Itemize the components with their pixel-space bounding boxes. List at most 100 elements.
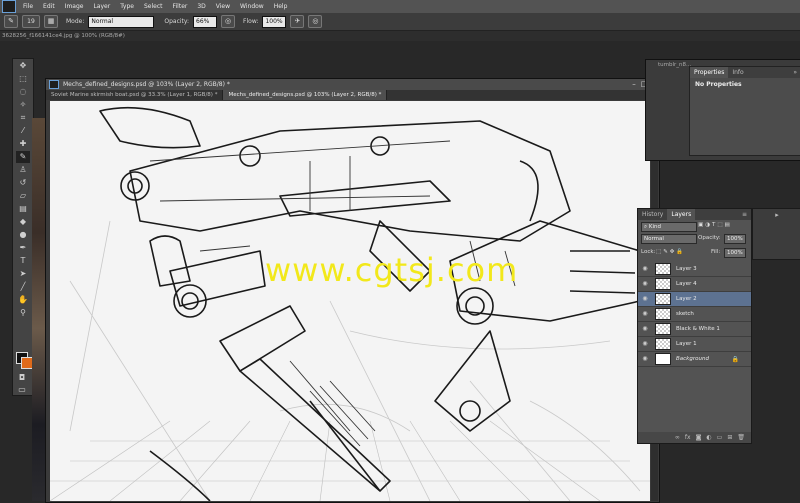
visibility-eye-icon[interactable]: ◉ <box>641 355 649 363</box>
tab-info[interactable]: Info <box>728 67 747 78</box>
layer-row-layer-4[interactable]: ◉ Layer 4 <box>638 277 751 292</box>
lock-icons[interactable]: ⬚✎✥🔒 <box>656 249 685 255</box>
visibility-eye-icon[interactable]: ◉ <box>641 265 649 273</box>
marquee-tool-icon[interactable]: ⬚ <box>16 73 30 85</box>
brush-tool-icon[interactable]: ✎ <box>16 151 30 163</box>
quick-mask-icon[interactable]: ◘ <box>15 372 29 384</box>
tab-properties[interactable]: Properties <box>690 67 729 78</box>
menu-layer[interactable]: Layer <box>88 0 115 13</box>
dodge-tool-icon[interactable]: ● <box>16 229 30 241</box>
adjustment-layer-icon[interactable]: ◐ <box>706 434 711 441</box>
layer-name: Layer 2 <box>676 296 697 302</box>
eyedropper-tool-icon[interactable]: ⁄ <box>16 125 30 137</box>
menu-type[interactable]: Type <box>115 0 139 13</box>
photoshop-doc-icon <box>49 80 59 89</box>
crop-tool-icon[interactable]: ⌗ <box>16 112 30 124</box>
visibility-eye-icon[interactable]: ◉ <box>641 325 649 333</box>
panel-collapse-icon[interactable]: » <box>789 67 800 78</box>
fill-field[interactable]: 100% <box>724 248 746 258</box>
visibility-eye-icon[interactable]: ◉ <box>641 295 649 303</box>
visibility-eye-icon[interactable]: ◉ <box>641 310 649 318</box>
layers-panel: History Layers ≡ ⌕ Kind ▣◑T⬚▤ Normal Opa… <box>637 208 752 444</box>
menu-file[interactable]: File <box>18 0 38 13</box>
menu-select[interactable]: Select <box>139 0 168 13</box>
tab-soviet-marine[interactable]: Soviet Marine skirmish boat.psd @ 33.3% … <box>46 90 224 100</box>
layer-row-layer-1[interactable]: ◉ Layer 1 <box>638 337 751 352</box>
add-mask-icon[interactable]: ◙ <box>696 434 702 441</box>
layer-row-layer-3[interactable]: ◉ Layer 3 <box>638 262 751 277</box>
healing-tool-icon[interactable]: ✚ <box>16 138 30 150</box>
zoom-tool-icon[interactable]: ⚲ <box>16 307 30 319</box>
menu-bar: File Edit Image Layer Type Select Filter… <box>0 0 800 13</box>
layer-filter-select[interactable]: ⌕ Kind <box>641 222 697 232</box>
flow-field[interactable]: 100% <box>262 15 287 28</box>
panel-menu-icon[interactable]: ≡ <box>738 209 751 220</box>
layer-name: Black & White 1 <box>676 326 720 332</box>
brush-panel-icon[interactable]: ▦ <box>44 15 58 28</box>
lasso-tool-icon[interactable]: ◌ <box>16 86 30 98</box>
pen-tool-icon[interactable]: ✒ <box>16 242 30 254</box>
layer-style-icon[interactable]: fx <box>685 434 691 441</box>
layer-filter-value: Kind <box>648 224 661 230</box>
menu-edit[interactable]: Edit <box>38 0 60 13</box>
tab-history[interactable]: History <box>638 209 667 220</box>
opacity-field[interactable]: 66% <box>193 15 218 28</box>
new-layer-icon[interactable]: ⊞ <box>727 434 732 441</box>
pressure-size-icon[interactable]: ◎ <box>308 15 323 28</box>
eraser-tool-icon[interactable]: ▱ <box>16 190 30 202</box>
background-tab-strip: 3628256_f166141ce4.jpg @ 100% (RGB/8#) <box>0 31 800 41</box>
hand-tool-icon[interactable]: ✋ <box>16 294 30 306</box>
menu-filter[interactable]: Filter <box>168 0 193 13</box>
tab-mechs-defined[interactable]: Mechs_defined_designs.psd @ 103% (Layer … <box>223 90 388 100</box>
visibility-eye-icon[interactable]: ◉ <box>641 340 649 348</box>
blur-tool-icon[interactable]: ◆ <box>16 216 30 228</box>
delete-layer-icon[interactable]: 🗑 <box>737 434 745 441</box>
type-tool-icon[interactable]: T <box>16 255 30 267</box>
visibility-eye-icon[interactable]: ◉ <box>641 280 649 288</box>
filter-icons[interactable]: ▣◑T⬚▤ <box>698 222 732 228</box>
menu-image[interactable]: Image <box>60 0 89 13</box>
link-layers-icon[interactable]: ∞ <box>675 434 680 441</box>
gradient-tool-icon[interactable]: ▤ <box>16 203 30 215</box>
history-brush-tool-icon[interactable]: ↺ <box>16 177 30 189</box>
layer-row-black-white-1[interactable]: ◉ Black & White 1 <box>638 322 751 337</box>
mode-select[interactable]: Normal <box>88 15 155 28</box>
minimize-icon[interactable]: – <box>629 80 639 89</box>
quick-select-tool-icon[interactable]: ✧ <box>16 99 30 111</box>
dock-panel-icon[interactable]: ▸ <box>753 209 800 221</box>
brush-preset-picker[interactable]: 19 <box>22 15 40 28</box>
airbrush-icon[interactable]: ✈ <box>290 15 305 28</box>
lock-icon: 🔒 <box>731 355 739 363</box>
menu-window[interactable]: Window <box>235 0 269 13</box>
tab-layers[interactable]: Layers <box>667 209 696 220</box>
clone-stamp-tool-icon[interactable]: ♙ <box>16 164 30 176</box>
move-tool-icon[interactable]: ✥ <box>16 60 30 72</box>
layers-panel-footer: ∞ fx ◙ ◐ ▭ ⊞ 🗑 <box>638 432 751 443</box>
menu-view[interactable]: View <box>211 0 235 13</box>
no-properties-text: No Properties <box>695 81 742 88</box>
pressure-opacity-icon[interactable]: ◎ <box>221 15 236 28</box>
menu-help[interactable]: Help <box>269 0 293 13</box>
blend-mode-select[interactable]: Normal <box>641 234 697 244</box>
layer-thumbnail <box>655 338 671 350</box>
toolbox: ✥ ⬚ ◌ ✧ ⌗ ⁄ ✚ ✎ ♙ ↺ ▱ ▤ ◆ ● ✒ T ➤ ╱ ✋ ⚲ … <box>12 58 34 396</box>
screen-mode-icon[interactable]: ▭ <box>15 384 29 396</box>
menu-3d[interactable]: 3D <box>192 0 210 13</box>
brush-tool-icon[interactable]: ✎ <box>4 15 18 28</box>
layer-opacity-field[interactable]: 100% <box>724 234 746 244</box>
layer-thumbnail <box>655 263 671 275</box>
collapsed-panel-dock: ▸ <box>752 208 800 260</box>
fill-label: Fill: <box>711 249 721 255</box>
layer-row-sketch[interactable]: ◉ sketch <box>638 307 751 322</box>
line-tool-icon[interactable]: ╱ <box>16 281 30 293</box>
background-document-tab[interactable]: 3628256_f166141ce4.jpg @ 100% (RGB/8#) <box>0 33 125 39</box>
flow-value: 100% <box>265 17 283 25</box>
layer-row-background[interactable]: ◉ Background 🔒 <box>638 352 751 367</box>
layer-row-layer-2[interactable]: ◉ Layer 2 <box>638 292 751 307</box>
new-group-icon[interactable]: ▭ <box>717 434 723 441</box>
watermark-text: www.cgtsj.com <box>265 251 519 289</box>
document-title-bar: Mechs_defined_designs.psd @ 103% (Layer … <box>46 79 659 90</box>
drawing-canvas[interactable]: www.cgtsj.com <box>50 101 650 501</box>
path-select-tool-icon[interactable]: ➤ <box>16 268 30 280</box>
fill-value: 100% <box>727 250 743 256</box>
